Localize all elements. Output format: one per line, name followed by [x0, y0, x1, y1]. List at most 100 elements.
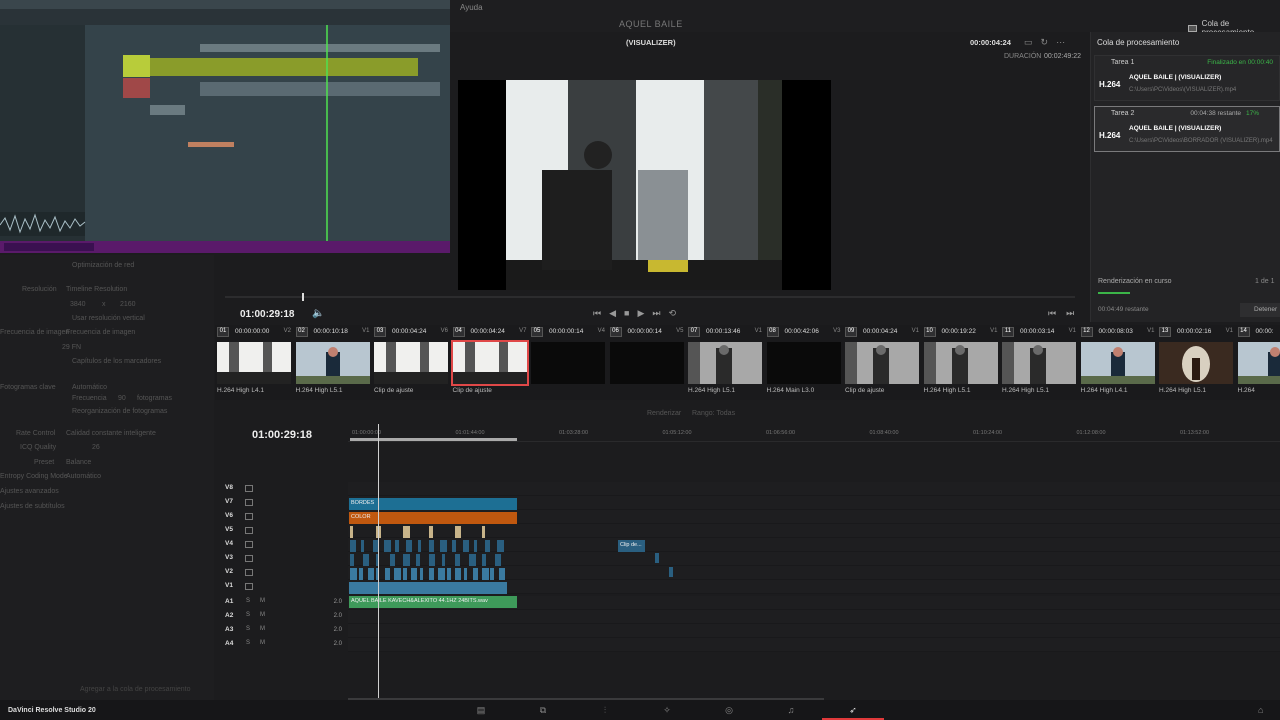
clip-thumbnail-item[interactable]: 03 00:00:04:24 V6 Clip de ajuste [372, 326, 450, 398]
menu-help[interactable]: Ayuda [460, 3, 483, 12]
timeline-clip[interactable] [429, 526, 433, 538]
home-icon[interactable]: ⌂ [1258, 705, 1263, 715]
loop-icon[interactable]: ⟲ [669, 308, 677, 319]
rate-control-select[interactable]: Calidad constante inteligente [66, 430, 156, 437]
stop-render-button[interactable]: Detener [1240, 303, 1280, 317]
audio-track-row[interactable] [348, 638, 1280, 652]
timeline-clip[interactable] [389, 554, 395, 566]
audio-track-row[interactable] [348, 624, 1280, 638]
timeline-clip[interactable] [464, 568, 468, 580]
timeline-clip[interactable] [429, 540, 434, 552]
render-job[interactable]: Tarea 1 Finalizado en 00:00:40 H.264 AQU… [1094, 55, 1280, 101]
timeline-clip[interactable] [411, 568, 418, 580]
clip-thumbnail-item[interactable]: 05 00:00:00:14 V4 [529, 326, 607, 398]
mute-button[interactable]: M [260, 626, 265, 632]
timeline-clip[interactable] [442, 554, 446, 566]
solo-button[interactable]: S [246, 612, 250, 618]
video-track-row[interactable] [348, 524, 1280, 538]
fusion-page-icon[interactable]: ✧ [636, 705, 698, 720]
video-track-header[interactable]: V7 [215, 496, 348, 510]
clip-thumbnail-item[interactable]: 06 00:00:00:14 V5 [608, 326, 686, 398]
timeline-clip[interactable] [402, 554, 410, 566]
timeline-clip[interactable] [446, 568, 451, 580]
timeline-clip[interactable] [385, 568, 391, 580]
advanced-settings[interactable]: Ajustes avanzados [0, 488, 59, 495]
audio-track-row[interactable] [348, 610, 1280, 624]
timeline-clip[interactable] [494, 554, 501, 566]
vertical-resolution-checkbox[interactable]: Usar resolución vertical [72, 315, 145, 322]
timeline-clip[interactable] [490, 568, 495, 580]
timeline-clip[interactable] [372, 540, 378, 552]
track-toggle-icon[interactable] [245, 555, 253, 562]
clip-thumbnail-item[interactable]: 02 00:00:10:18 V1 H.264 High L5.1 [294, 326, 372, 398]
clip-thumbnail-item[interactable]: 11 00:00:03:14 V1 H.264 High L5.1 [1000, 326, 1078, 398]
timeline-clip[interactable] [451, 540, 456, 552]
timeline-clip[interactable] [420, 568, 424, 580]
icq-input[interactable]: 26 [92, 444, 100, 451]
timeline-clip[interactable] [455, 568, 462, 580]
video-track-row[interactable] [348, 482, 1280, 496]
automatic-radio[interactable]: Automático [72, 384, 107, 391]
frequency-input[interactable]: 90 [118, 395, 126, 402]
viewer-video-frame[interactable] [458, 80, 831, 290]
cut-page-icon[interactable]: ⧉ [512, 705, 574, 720]
clip-thumbnail-item[interactable]: 04 00:00:04:24 V7 Clip de ajuste [450, 326, 529, 398]
video-track-header[interactable]: V2 [215, 566, 348, 580]
timeline-clip[interactable] [395, 540, 400, 552]
render-job[interactable]: Tarea 2 00:04:38 restante 17% H.264 AQUE… [1094, 106, 1280, 152]
timeline-clip-color[interactable]: COLOR [349, 512, 517, 524]
timeline-clip[interactable] [358, 568, 363, 580]
color-page-icon[interactable]: ◎ [698, 705, 760, 720]
solo-button[interactable]: S [246, 626, 250, 632]
stop-icon[interactable]: ■ [624, 308, 629, 319]
audio-clip[interactable]: AQUEL BAILE KAVECH&ALEXITO 44.1HZ 24BITS… [349, 596, 517, 608]
track-toggle-icon[interactable] [245, 513, 253, 520]
mute-button[interactable]: M [260, 612, 265, 618]
clip-thumbnail-item[interactable]: 13 00:00:02:16 V1 H.264 High L5.1 [1157, 326, 1235, 398]
deliver-page-icon[interactable]: ➶ [822, 705, 884, 720]
timeline-clip[interactable] [349, 582, 507, 594]
timeline-clip[interactable] [462, 540, 469, 552]
timeline-clip[interactable] [429, 554, 435, 566]
add-to-render-queue-button[interactable]: Agregar a la cola de procesamiento [80, 686, 191, 693]
video-track-header[interactable]: V5 [215, 524, 348, 538]
timeline-clip[interactable] [361, 540, 365, 552]
next-clip-icon[interactable]: ⏭ [1066, 308, 1074, 319]
timeline-clip[interactable] [499, 568, 506, 580]
timeline-clip[interactable] [367, 568, 374, 580]
timeline-clip[interactable] [415, 554, 420, 566]
timeline-clip[interactable] [485, 540, 491, 552]
subtitle-settings[interactable]: Ajustes de subtítulos [0, 503, 65, 510]
clip-thumbnail-item[interactable]: 12 00:00:08:03 V1 H.264 High L4.1 [1079, 326, 1157, 398]
clip-thumbnail-item[interactable]: 07 00:00:13:46 V1 H.264 High L5.1 [686, 326, 764, 398]
timeline-clip[interactable] [350, 568, 357, 580]
timeline-clip[interactable] [472, 568, 478, 580]
timeline-range-select[interactable]: Rango: Todas [692, 410, 735, 417]
play-icon[interactable]: ▶ [637, 308, 644, 319]
timeline-clip[interactable] [455, 554, 461, 566]
width-input[interactable]: 3840 [70, 301, 86, 308]
fl-studio-window[interactable] [0, 0, 450, 253]
clip-thumbnail-item[interactable]: 14 00:00: H.264 [1236, 326, 1280, 398]
preset-select[interactable]: Balance [66, 459, 91, 466]
media-page-icon[interactable]: ▤ [450, 705, 512, 720]
clip-thumbnail-item[interactable]: 01 00:00:00:00 V2 H.264 High L4.1 [215, 326, 293, 398]
timeline-clip[interactable] [481, 568, 489, 580]
network-optimization-label[interactable]: Optimización de red [72, 262, 134, 269]
solo-button[interactable]: S [246, 640, 250, 646]
timeline-clip[interactable] [383, 540, 391, 552]
resolution-select[interactable]: Timeline Resolution [66, 286, 127, 293]
timeline-clip[interactable] [455, 526, 462, 538]
in-out-range[interactable] [350, 438, 517, 441]
edit-page-icon[interactable]: ⫶ [574, 705, 636, 720]
go-to-start-icon[interactable]: ⏮ [593, 308, 601, 319]
chapters-checkbox[interactable]: Capítulos de los marcadores [72, 358, 161, 365]
timeline-clip-small[interactable] [669, 567, 673, 577]
viewer-clip-name[interactable]: (VISUALIZER) [626, 38, 676, 47]
timeline-clip[interactable] [496, 540, 504, 552]
audio-track-header[interactable]: A4 S M 2.0 [215, 638, 348, 652]
audio-track-header[interactable]: A1 S M 2.0 [215, 596, 348, 610]
bypass-icon[interactable]: ↻ [1041, 37, 1049, 48]
mute-button[interactable]: M [260, 598, 265, 604]
viewer-scrubber[interactable] [225, 296, 1075, 298]
